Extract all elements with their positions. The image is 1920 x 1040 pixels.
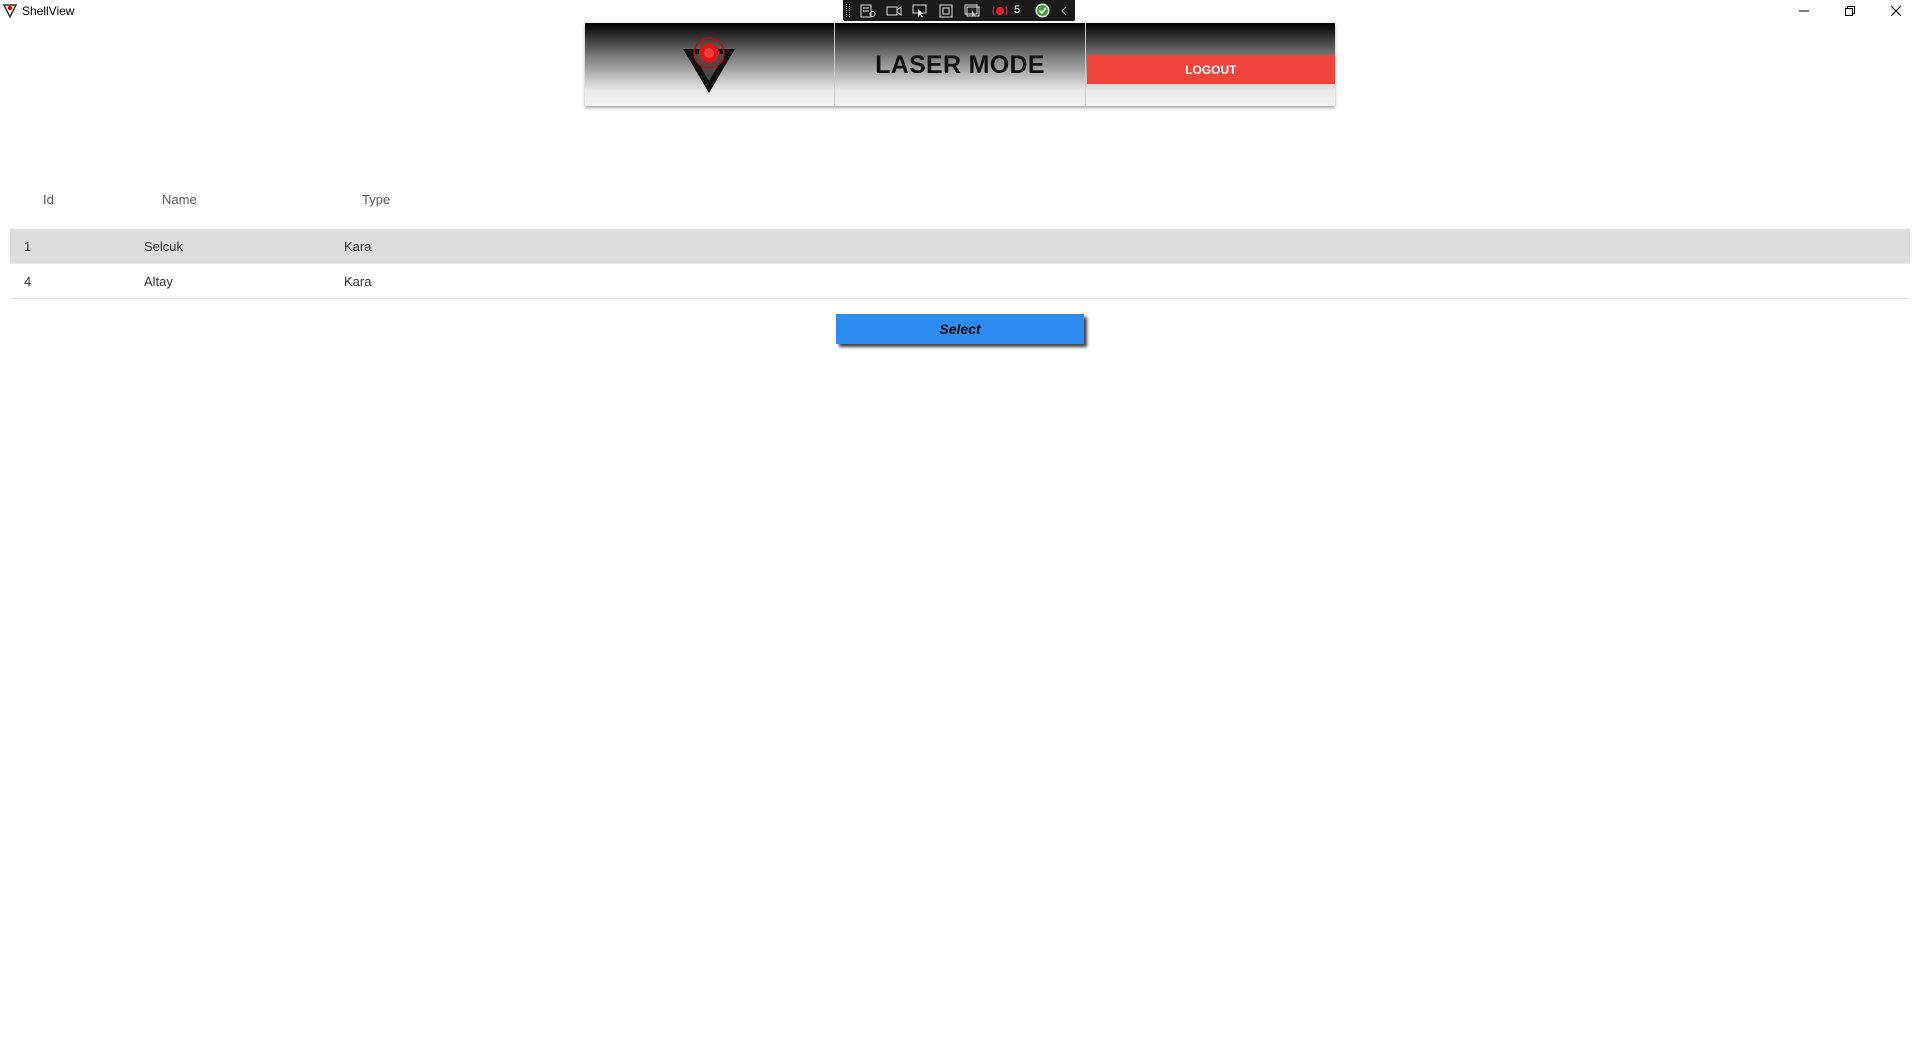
brand-logo-icon <box>681 35 737 100</box>
camera-icon <box>886 5 902 16</box>
settings-panel-icon <box>860 4 876 17</box>
column-header-id[interactable]: Id <box>43 192 54 207</box>
pointer-button[interactable] <box>909 1 931 20</box>
logo-cell <box>585 23 836 106</box>
restore-icon <box>1845 6 1855 16</box>
cell-name: Selcuk <box>144 239 184 254</box>
select-button[interactable]: Select <box>836 314 1084 344</box>
toolbar-grip[interactable] <box>846 4 850 17</box>
camera-button[interactable] <box>883 1 905 20</box>
settings-panel-button[interactable] <box>857 1 879 20</box>
alerts-button[interactable] <box>989 1 1011 20</box>
restore-button[interactable] <box>1827 0 1873 22</box>
cell-name: Altay <box>144 274 173 289</box>
status-check-button[interactable] <box>1031 1 1053 20</box>
data-grid: Id Name Type 1 Selcuk Kara 4 Altay Kara <box>10 185 1910 299</box>
pointer-icon <box>912 4 927 17</box>
table-row[interactable]: 4 Altay Kara <box>10 264 1910 299</box>
app-logo-icon <box>2 3 18 19</box>
minimize-button[interactable] <box>1781 0 1827 22</box>
cell-type: Kara <box>344 239 372 254</box>
chevron-left-icon <box>1061 6 1067 15</box>
column-header-type[interactable]: Type <box>362 192 390 207</box>
header-panel: LASER MODE LOGOUT <box>585 23 1335 106</box>
frame-select-button[interactable] <box>935 1 957 20</box>
window-title: ShellView <box>22 4 75 18</box>
column-header-name[interactable]: Name <box>162 192 197 207</box>
minimize-icon <box>1799 10 1809 12</box>
collapse-toolbar-button[interactable] <box>1053 1 1075 20</box>
table-row[interactable]: 1 Selcuk Kara <box>10 229 1910 264</box>
frame-select-icon <box>939 4 953 17</box>
cell-type: Kara <box>344 274 372 289</box>
alerts-count: 5 <box>1014 4 1021 16</box>
alerts-icon <box>992 6 1008 15</box>
mode-cell: LASER MODE <box>835 23 1086 106</box>
logout-button[interactable]: LOGOUT <box>1086 55 1335 84</box>
mode-title: LASER MODE <box>875 51 1045 79</box>
screen-pointer-icon <box>964 4 980 17</box>
remote-toolbar: 5 <box>843 0 1075 21</box>
close-icon <box>1891 6 1901 16</box>
logout-cell: LOGOUT <box>1085 23 1335 106</box>
cell-id: 1 <box>24 239 32 254</box>
grid-header: Id Name Type <box>10 185 1910 215</box>
close-button[interactable] <box>1873 0 1919 22</box>
screen-pointer-button[interactable] <box>961 1 983 20</box>
check-icon <box>1035 3 1049 18</box>
cell-id: 4 <box>24 274 32 289</box>
